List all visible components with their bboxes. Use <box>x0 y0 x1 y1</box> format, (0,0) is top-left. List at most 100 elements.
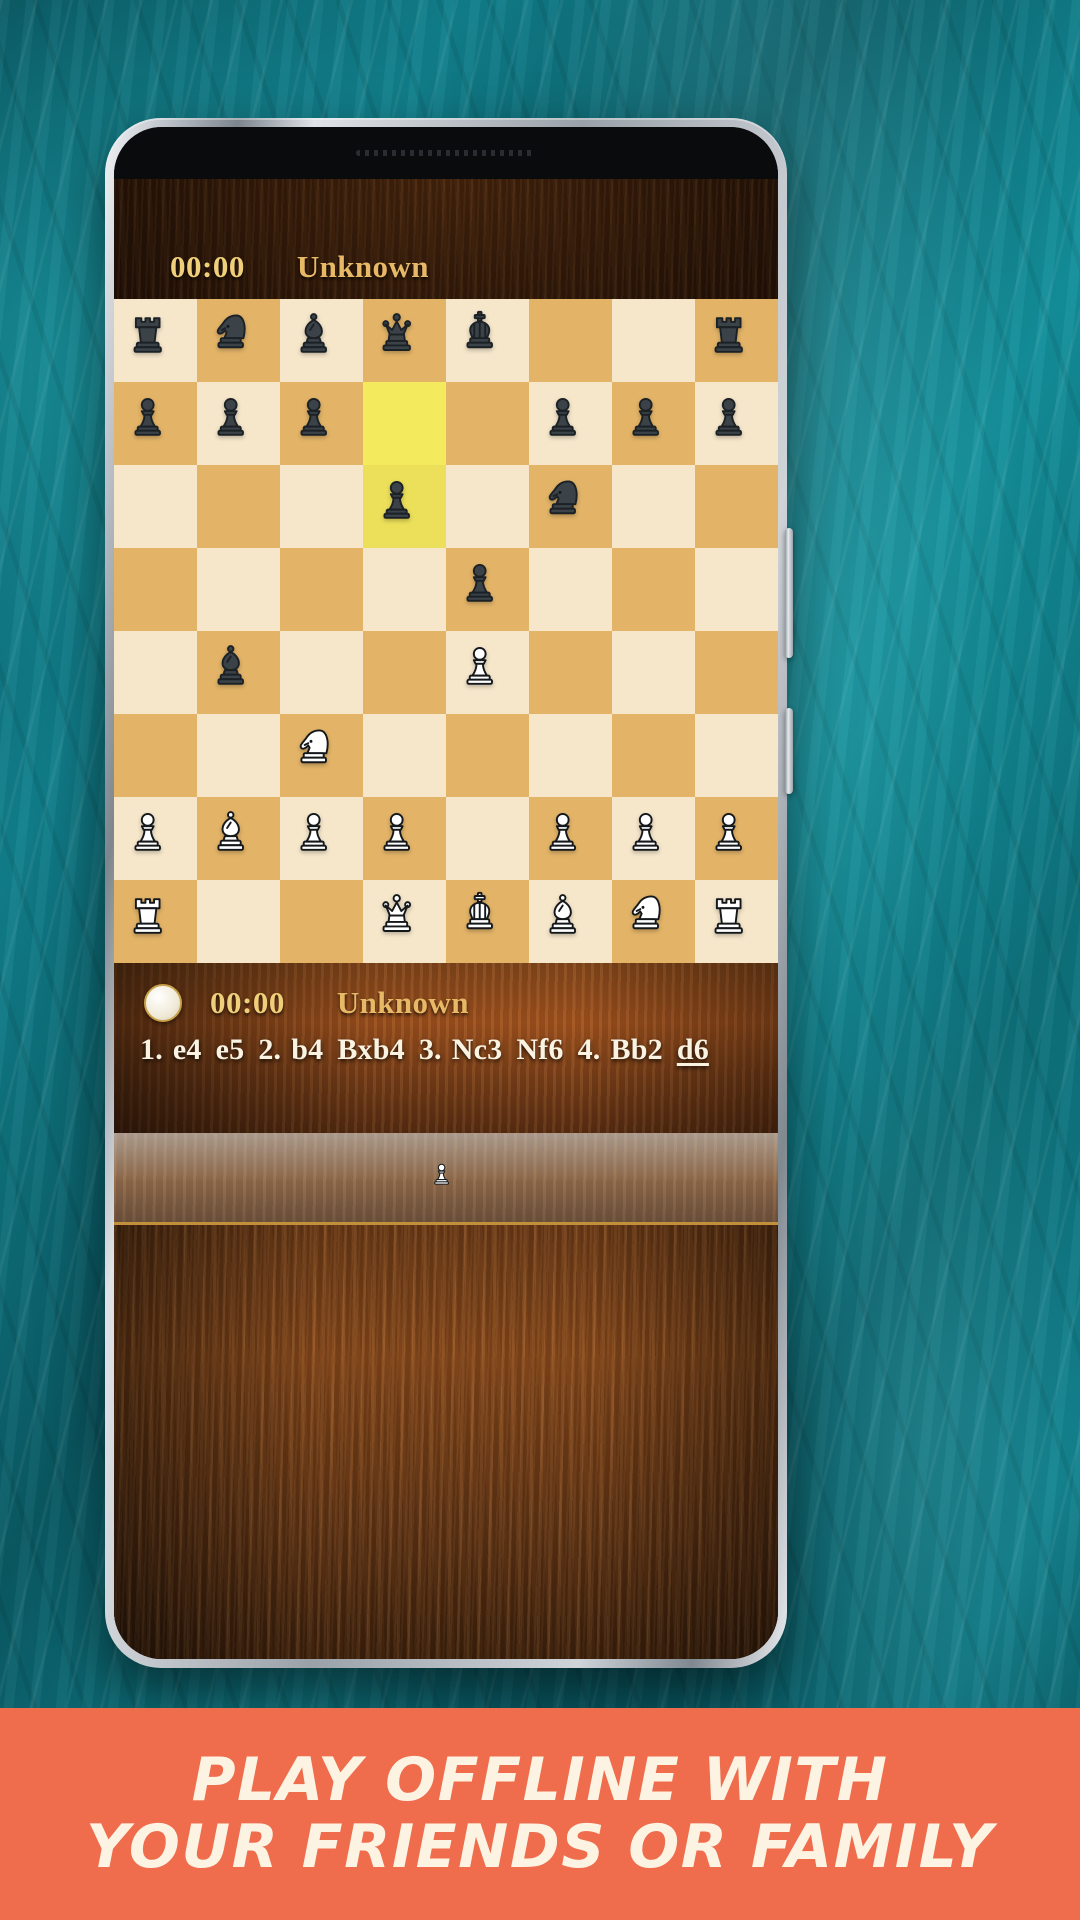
board-square-c7[interactable] <box>280 382 363 465</box>
board-square-b1[interactable] <box>197 880 280 963</box>
board-square-h5[interactable] <box>695 548 778 631</box>
board-square-c5[interactable] <box>280 548 363 631</box>
board-square-f2[interactable] <box>529 797 612 880</box>
white-pawn-icon[interactable] <box>540 808 601 869</box>
white-pawn-icon[interactable] <box>706 808 767 869</box>
white-knight-icon[interactable] <box>623 891 684 952</box>
board-square-h8[interactable] <box>695 299 778 382</box>
board-square-a7[interactable] <box>114 382 197 465</box>
board-square-d5[interactable] <box>363 548 446 631</box>
board-square-h4[interactable] <box>695 631 778 714</box>
white-pawn-icon[interactable] <box>125 808 186 869</box>
board-square-a1[interactable] <box>114 880 197 963</box>
board-square-a4[interactable] <box>114 631 197 714</box>
move-list[interactable]: 1. e4 e5 2. b4 Bxb4 3. Nc3 Nf6 4. Bb2 d6 <box>114 1033 778 1067</box>
board-square-g6[interactable] <box>612 465 695 548</box>
black-pawn-icon[interactable] <box>623 393 684 454</box>
white-knight-icon[interactable] <box>291 725 352 786</box>
board-square-b2[interactable] <box>197 797 280 880</box>
board-square-c3[interactable] <box>280 714 363 797</box>
move-white[interactable]: Nc3 <box>452 1033 503 1066</box>
black-pawn-icon[interactable] <box>540 393 601 454</box>
board-square-e4[interactable] <box>446 631 529 714</box>
board-square-b6[interactable] <box>197 465 280 548</box>
black-knight-icon[interactable] <box>208 310 269 371</box>
move-black[interactable]: Nf6 <box>516 1033 563 1066</box>
board-square-h3[interactable] <box>695 714 778 797</box>
board-square-f4[interactable] <box>529 631 612 714</box>
chess-board[interactable] <box>114 299 778 963</box>
board-square-d3[interactable] <box>363 714 446 797</box>
white-pawn-icon[interactable] <box>623 808 684 869</box>
board-square-g1[interactable] <box>612 880 695 963</box>
board-square-b5[interactable] <box>197 548 280 631</box>
white-pawn-icon[interactable] <box>457 642 518 703</box>
board-square-c1[interactable] <box>280 880 363 963</box>
board-square-c4[interactable] <box>280 631 363 714</box>
board-square-a8[interactable] <box>114 299 197 382</box>
board-square-h2[interactable] <box>695 797 778 880</box>
board-square-c6[interactable] <box>280 465 363 548</box>
board-square-e7[interactable] <box>446 382 529 465</box>
board-square-a6[interactable] <box>114 465 197 548</box>
black-knight-icon[interactable] <box>540 476 601 537</box>
board-square-g7[interactable] <box>612 382 695 465</box>
board-square-e2[interactable] <box>446 797 529 880</box>
board-square-d2[interactable] <box>363 797 446 880</box>
black-pawn-icon[interactable] <box>706 393 767 454</box>
board-square-c8[interactable] <box>280 299 363 382</box>
board-square-a5[interactable] <box>114 548 197 631</box>
volume-rocker-button[interactable] <box>785 528 793 658</box>
board-square-e5[interactable] <box>446 548 529 631</box>
board-square-e1[interactable] <box>446 880 529 963</box>
board-square-b3[interactable] <box>197 714 280 797</box>
board-square-e8[interactable] <box>446 299 529 382</box>
white-rook-icon[interactable] <box>706 891 767 952</box>
board-square-a2[interactable] <box>114 797 197 880</box>
black-pawn-icon[interactable] <box>125 393 186 454</box>
move-black[interactable]: Bxb4 <box>337 1033 405 1066</box>
black-bishop-icon[interactable] <box>208 642 269 703</box>
board-square-e6[interactable] <box>446 465 529 548</box>
board-square-h7[interactable] <box>695 382 778 465</box>
captured-pieces-tray[interactable] <box>114 1133 778 1225</box>
move-black[interactable]: d6 <box>677 1033 709 1066</box>
board-square-g5[interactable] <box>612 548 695 631</box>
black-pawn-icon[interactable] <box>208 393 269 454</box>
board-square-c2[interactable] <box>280 797 363 880</box>
board-square-d4[interactable] <box>363 631 446 714</box>
board-square-h6[interactable] <box>695 465 778 548</box>
board-square-d6[interactable] <box>363 465 446 548</box>
black-rook-icon[interactable] <box>125 310 186 371</box>
black-bishop-icon[interactable] <box>291 310 352 371</box>
board-square-f7[interactable] <box>529 382 612 465</box>
white-rook-icon[interactable] <box>125 891 186 952</box>
power-button[interactable] <box>785 708 793 794</box>
board-square-g8[interactable] <box>612 299 695 382</box>
move-white[interactable]: e4 <box>173 1033 202 1066</box>
board-square-d1[interactable] <box>363 880 446 963</box>
board-square-b8[interactable] <box>197 299 280 382</box>
board-square-f3[interactable] <box>529 714 612 797</box>
black-pawn-icon[interactable] <box>457 559 518 620</box>
black-queen-icon[interactable] <box>374 310 435 371</box>
board-square-g2[interactable] <box>612 797 695 880</box>
board-square-f6[interactable] <box>529 465 612 548</box>
white-pawn-icon[interactable] <box>374 808 435 869</box>
board-square-d7[interactable] <box>363 382 446 465</box>
board-square-g4[interactable] <box>612 631 695 714</box>
white-bishop-icon[interactable] <box>540 891 601 952</box>
black-rook-icon[interactable] <box>706 310 767 371</box>
black-pawn-icon[interactable] <box>291 393 352 454</box>
white-pawn-icon[interactable] <box>291 808 352 869</box>
black-king-icon[interactable] <box>457 310 518 371</box>
move-white[interactable]: Bb2 <box>611 1033 663 1066</box>
board-square-f5[interactable] <box>529 548 612 631</box>
board-square-a3[interactable] <box>114 714 197 797</box>
board-square-h1[interactable] <box>695 880 778 963</box>
captured-white-pawn-icon[interactable] <box>429 1161 463 1195</box>
board-square-g3[interactable] <box>612 714 695 797</box>
black-pawn-icon[interactable] <box>374 476 435 537</box>
board-square-b4[interactable] <box>197 631 280 714</box>
move-white[interactable]: b4 <box>291 1033 323 1066</box>
